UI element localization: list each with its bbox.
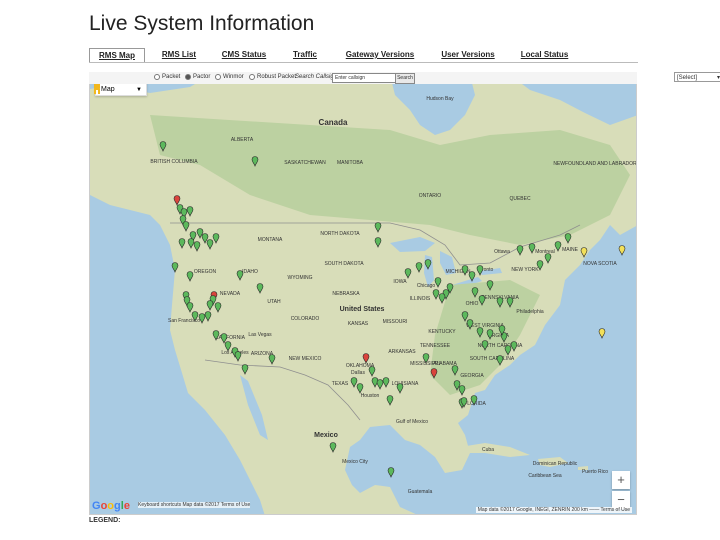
tab-local-status[interactable]: Local Status [517, 48, 572, 63]
map-label: ALBERTA [231, 137, 254, 143]
legend-label: LEGEND: [89, 517, 121, 524]
map-label: MANITOBA [337, 160, 364, 166]
map-label: Guatemala [408, 489, 433, 495]
zoom-in-button[interactable]: + [612, 471, 630, 489]
map-label: Las Vegas [248, 332, 272, 338]
callsign-search-input[interactable]: Enter callsign [332, 73, 396, 83]
map-label: NEVADA [220, 291, 241, 297]
radio-label: Pactor [193, 74, 211, 80]
radio-dot [249, 74, 255, 80]
map-label: QUEBEC [509, 196, 531, 202]
map-label: Canada [319, 118, 348, 127]
tab-bar: RMS Map RMS List CMS Status Traffic Gate… [89, 48, 638, 63]
radio-label: Winmor [223, 74, 244, 80]
map-label: LOUISIANA [392, 381, 419, 387]
map-label: NOVA SCOTIA [583, 261, 617, 267]
radio-winmor[interactable]: Winmor [215, 74, 244, 80]
map-label: Philadelphia [516, 309, 543, 315]
map-label: SOUTH DAKOTA [324, 261, 364, 267]
search-button[interactable]: Search [395, 73, 415, 84]
tab-rms-map[interactable]: RMS Map [89, 48, 145, 63]
tab-traffic[interactable]: Traffic [289, 48, 321, 63]
tab-user-versions[interactable]: User Versions [439, 48, 497, 63]
map-label: COLORADO [291, 316, 320, 322]
radio-pactor[interactable]: Pactor [185, 74, 210, 80]
filter-control-bar: Packet Pactor Winmor Robust Packet Searc… [89, 72, 720, 84]
tab-gateway-versions[interactable]: Gateway Versions [341, 48, 419, 63]
chevron-down-icon: ▼ [136, 87, 142, 93]
radio-robust-packet[interactable]: Robust Packet [249, 74, 296, 80]
station-select-value: [Select] [677, 75, 698, 81]
map-label: Cuba [482, 447, 494, 453]
map-label: BRITISH COLUMBIA [150, 159, 198, 165]
rms-map[interactable]: Canada United States Mexico Hudson Bay BRITI… [89, 74, 637, 515]
map-label: NEW YORK [511, 267, 539, 273]
map-label: IOWA [393, 279, 407, 285]
map-label: Dallas [351, 370, 365, 376]
map-label: CALIFORNIA [215, 335, 246, 341]
map-label: NEBRASKA [332, 291, 360, 297]
map-label: WYOMING [288, 275, 313, 281]
map-label: GEORGIA [460, 373, 484, 379]
map-label: Puerto Rico [582, 469, 608, 475]
map-attribution[interactable]: Map data ©2017 Google, INEGI, ZENRIN 200… [475, 507, 632, 513]
station-select[interactable]: [Select] ▾ [674, 72, 720, 82]
map-label: Caribbean Sea [528, 473, 562, 479]
map-label: Ottawa [494, 249, 510, 255]
map-label: Montreal [535, 249, 554, 255]
map-label: SOUTH CAROLINA [470, 356, 515, 362]
map-label: UTAH [267, 299, 281, 305]
radio-dot [154, 74, 160, 80]
keyboard-shortcuts-text[interactable]: Keyboard shortcuts Map data ©2017 Terms … [138, 502, 251, 508]
map-label: ILLINOIS [410, 296, 431, 302]
tab-cms-status[interactable]: CMS Status [219, 48, 269, 63]
map-label: Hudson Bay [426, 96, 454, 102]
google-logo: Google [92, 500, 130, 512]
search-callsign-label: Search Callsign [295, 74, 338, 80]
map-label: Dominican Republic [533, 461, 578, 467]
map-label: Chicago [417, 283, 436, 289]
page-title: Live System Information [89, 12, 315, 35]
map-label: ONTARIO [419, 193, 442, 199]
map-label: Gulf of Mexico [396, 419, 428, 425]
map-label: KENTUCKY [428, 329, 456, 335]
map-label: OHIO [466, 301, 479, 307]
map-label: Mexico City [342, 459, 368, 465]
map-label: TENNESSEE [420, 343, 451, 349]
radio-dot [215, 74, 221, 80]
radio-packet[interactable]: Packet [154, 74, 180, 80]
map-label: IDAHO [242, 269, 258, 275]
map-label: OREGON [194, 269, 217, 275]
radio-label: Robust Packet [257, 74, 297, 80]
map-label: United States [340, 306, 385, 313]
map-label: TEXAS [332, 381, 349, 387]
radio-label: Packet [162, 74, 181, 80]
radio-dot [185, 74, 191, 80]
map-label: MISSOURI [383, 319, 408, 325]
map-label: Houston [361, 393, 380, 399]
tab-rms-list[interactable]: RMS List [159, 48, 199, 63]
map-label: NEW MEXICO [289, 356, 322, 362]
map-canvas[interactable]: Canada United States Mexico Hudson Bay BRITI… [90, 75, 637, 515]
map-label: NEWFOUNDLAND AND LABRADOR [553, 161, 637, 167]
map-label: SASKATCHEWAN [284, 160, 326, 166]
map-label: MONTANA [258, 237, 283, 243]
map-label: NORTH DAKOTA [320, 231, 360, 237]
map-label: KANSAS [348, 321, 369, 327]
map-label: MAINE [562, 247, 579, 253]
tab-divider [89, 62, 638, 63]
map-label: Mexico [314, 432, 338, 439]
map-label: ARKANSAS [388, 349, 416, 355]
